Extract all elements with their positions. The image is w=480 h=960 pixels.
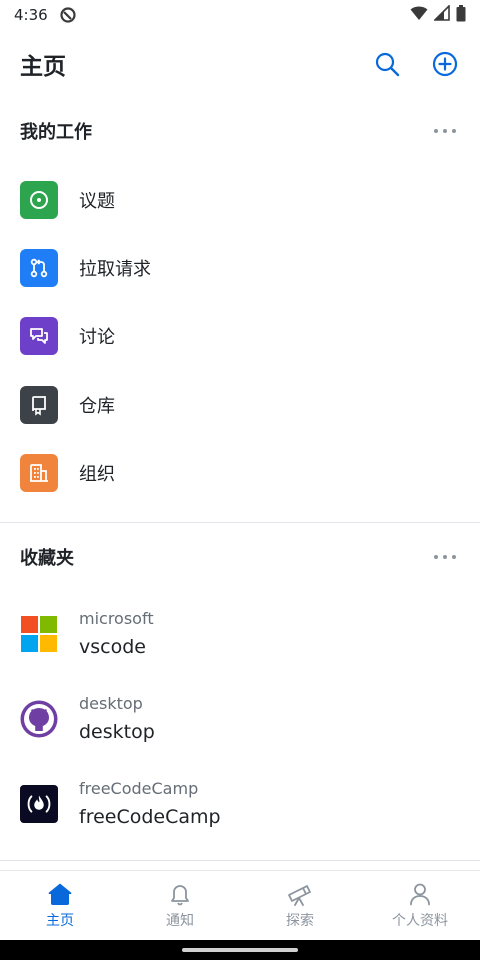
repo-name: desktop xyxy=(79,721,155,743)
repo-owner: freeCodeCamp xyxy=(79,779,199,798)
github-desktop-avatar-icon xyxy=(20,700,58,738)
section-divider xyxy=(0,860,480,861)
search-button[interactable] xyxy=(372,49,402,79)
bottom-navigation: 主页 通知 探索 个人资料 xyxy=(0,870,480,940)
work-item-label: 拉取请求 xyxy=(79,259,151,280)
favorite-repo-freecodecamp[interactable]: freeCodeCamp freeCodeCamp xyxy=(0,764,480,844)
battery-icon xyxy=(456,4,466,26)
page-title: 主页 xyxy=(20,54,66,80)
telescope-icon xyxy=(288,884,311,906)
work-item-issues[interactable]: 议题 xyxy=(0,168,480,232)
repo-icon xyxy=(20,386,58,424)
repo-owner: desktop xyxy=(79,694,143,713)
home-icon xyxy=(48,883,72,905)
person-icon xyxy=(410,883,430,905)
section-divider xyxy=(0,522,480,523)
work-item-pull-requests[interactable]: 拉取请求 xyxy=(0,236,480,300)
repo-name: vscode xyxy=(79,636,146,658)
nav-label: 主页 xyxy=(46,912,74,929)
favorite-text: microsoft vscode xyxy=(79,608,154,660)
favorite-repo-vscode[interactable]: microsoft vscode xyxy=(0,594,480,674)
favorites-more-button[interactable] xyxy=(430,542,460,572)
nav-label: 个人资料 xyxy=(392,912,448,929)
discussion-icon xyxy=(20,317,58,355)
work-item-label: 议题 xyxy=(79,191,115,212)
block-notification-icon xyxy=(60,7,76,23)
work-item-label: 仓库 xyxy=(79,396,115,417)
my-work-header: 我的工作 xyxy=(0,107,480,155)
microsoft-logo-icon xyxy=(20,615,58,653)
add-circle-icon xyxy=(432,51,458,77)
nav-label: 通知 xyxy=(166,912,194,929)
system-gesture-bar xyxy=(0,940,480,960)
nav-explore[interactable]: 探索 xyxy=(240,871,360,940)
nav-label: 探索 xyxy=(286,912,314,929)
work-item-label: 组织 xyxy=(79,464,115,485)
search-icon xyxy=(375,52,400,77)
favorites-title: 收藏夹 xyxy=(20,548,74,569)
freecodecamp-logo-icon xyxy=(20,785,58,823)
wifi-icon xyxy=(410,5,428,25)
create-button[interactable] xyxy=(430,49,460,79)
issue-icon xyxy=(20,181,58,219)
work-item-repositories[interactable]: 仓库 xyxy=(0,373,480,437)
nav-profile[interactable]: 个人资料 xyxy=(360,871,480,940)
work-item-discussions[interactable]: 讨论 xyxy=(0,304,480,368)
more-horizontal-icon xyxy=(434,555,456,559)
work-item-organizations[interactable]: 组织 xyxy=(0,441,480,505)
favorites-header: 收藏夹 xyxy=(0,533,480,581)
repo-owner: microsoft xyxy=(79,609,154,628)
favorite-text: freeCodeCamp freeCodeCamp xyxy=(79,778,221,830)
app-bar: 主页 xyxy=(0,34,480,94)
pull-request-icon xyxy=(20,249,58,287)
favorite-text: desktop desktop xyxy=(79,693,155,745)
app-actions xyxy=(372,49,460,79)
status-time: 4:36 xyxy=(14,6,48,24)
repo-name: freeCodeCamp xyxy=(79,806,221,828)
favorite-repo-desktop[interactable]: desktop desktop xyxy=(0,679,480,759)
home-gesture-handle[interactable] xyxy=(182,948,298,952)
organization-icon xyxy=(20,454,58,492)
more-horizontal-icon xyxy=(434,129,456,133)
status-icons xyxy=(410,4,466,26)
nav-notifications[interactable]: 通知 xyxy=(120,871,240,940)
signal-icon xyxy=(433,4,450,25)
nav-home[interactable]: 主页 xyxy=(0,871,120,940)
my-work-more-button[interactable] xyxy=(430,116,460,146)
my-work-title: 我的工作 xyxy=(20,122,92,143)
work-item-label: 讨论 xyxy=(79,327,115,348)
status-bar: 4:36 xyxy=(0,0,480,30)
bell-icon xyxy=(171,884,189,905)
